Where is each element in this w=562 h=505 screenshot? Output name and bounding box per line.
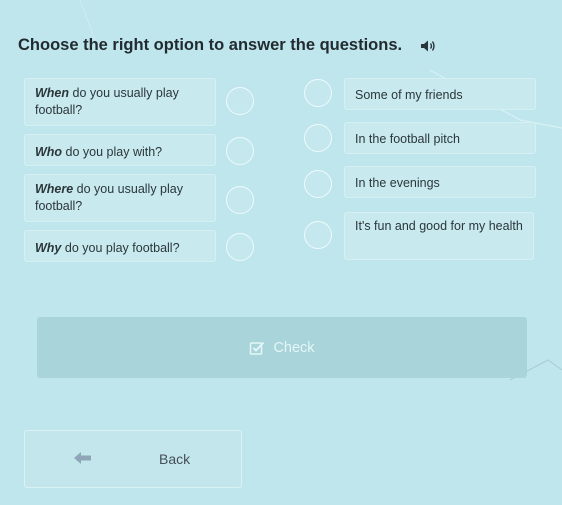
instructions-heading: Choose the right option to answer the qu…	[18, 36, 436, 55]
question-keyword: Why	[35, 241, 62, 255]
back-label: Back	[159, 451, 191, 467]
question-radio[interactable]	[226, 186, 254, 214]
checkbox-icon	[249, 340, 265, 356]
speaker-icon[interactable]	[420, 39, 436, 53]
question-radio[interactable]	[226, 87, 254, 115]
instructions-text: Choose the right option to answer the qu…	[18, 36, 403, 54]
answer-radio[interactable]	[304, 79, 332, 107]
answer-radio[interactable]	[304, 221, 332, 249]
question-card: Who do you play with?	[24, 134, 216, 166]
answer-card: Some of my friends	[344, 78, 536, 110]
answer-radio[interactable]	[304, 124, 332, 152]
check-button[interactable]: Check	[37, 317, 527, 378]
back-button[interactable]: Back	[24, 430, 242, 488]
answer-text: It's fun and good for my health	[355, 219, 523, 233]
answer-radio[interactable]	[304, 170, 332, 198]
question-keyword: Where	[35, 182, 74, 196]
answer-text: Some of my friends	[355, 88, 463, 102]
answer-card: In the evenings	[344, 166, 536, 198]
question-keyword: When	[35, 86, 70, 100]
answer-text: In the evenings	[355, 176, 440, 190]
question-radio[interactable]	[226, 233, 254, 261]
question-keyword: Who	[35, 145, 63, 159]
question-radio[interactable]	[226, 137, 254, 165]
check-label: Check	[273, 339, 315, 356]
answer-text: In the football pitch	[355, 132, 460, 146]
question-text: do you play with?	[62, 145, 163, 159]
question-card: When do you usually play football?	[24, 78, 216, 126]
arrow-left-icon	[73, 451, 93, 468]
answer-card: It's fun and good for my health	[344, 212, 534, 260]
question-text: do you play football?	[61, 241, 180, 255]
question-card: Why do you play football?	[24, 230, 216, 262]
question-card: Where do you usually play football?	[24, 174, 216, 222]
answer-card: In the football pitch	[344, 122, 536, 154]
